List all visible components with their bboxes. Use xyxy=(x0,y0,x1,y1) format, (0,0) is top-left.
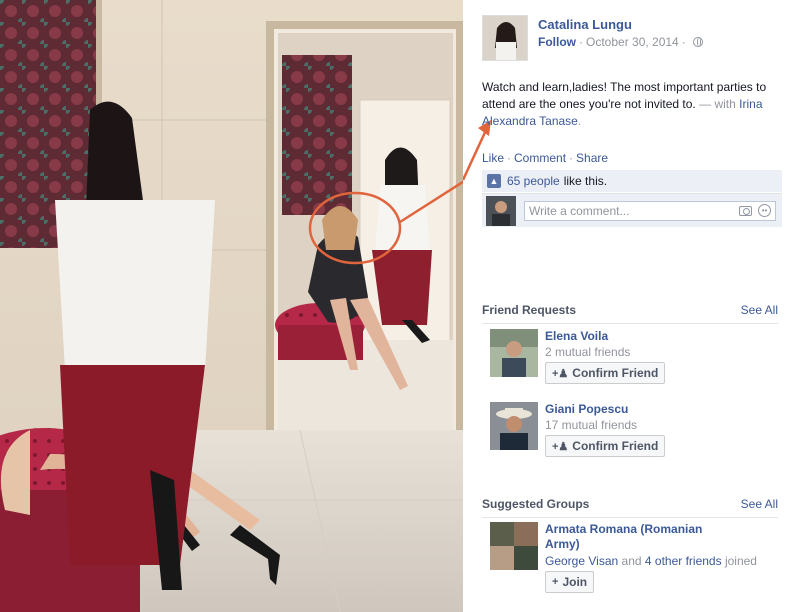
suggested-groups-title: Suggested Groups xyxy=(482,497,590,511)
tagged-suffix: . xyxy=(577,114,582,128)
friend-request-body: Elena Voila 2 mutual friends +♟ Confirm … xyxy=(545,329,666,384)
friend-request-body: Giani Popescu 17 mutual friends +♟ Confi… xyxy=(545,402,666,457)
confirm-friend-button[interactable]: +♟ Confirm Friend xyxy=(545,435,666,457)
group-photo-tile xyxy=(514,522,538,546)
group-photo-tile xyxy=(490,522,514,546)
meta-separator: · xyxy=(579,35,583,49)
with-prefix: — with xyxy=(699,97,736,111)
comment-composer: Write a comment... •• xyxy=(482,193,782,227)
plus-icon: + xyxy=(552,576,559,588)
like-link[interactable]: Like xyxy=(482,151,504,165)
friend-request-avatar[interactable] xyxy=(490,402,538,450)
author-avatar-image xyxy=(483,16,527,60)
add-friend-icon: +♟ xyxy=(552,440,569,453)
share-link[interactable]: Share xyxy=(576,151,608,165)
author-avatar[interactable] xyxy=(482,15,528,61)
friend-request-avatar[interactable] xyxy=(490,329,538,377)
confirm-friend-button[interactable]: +♟ Confirm Friend xyxy=(545,362,666,384)
camera-icon[interactable] xyxy=(739,205,752,216)
meta-separator: · xyxy=(681,35,686,49)
post-actions: Like · Comment · Share xyxy=(482,151,608,165)
likes-suffix: like this. xyxy=(563,174,608,188)
viewer-avatar-image xyxy=(486,195,516,226)
join-group-button[interactable]: + Join xyxy=(545,571,595,593)
globe-icon[interactable] xyxy=(692,37,703,47)
photo-viewer: Catalina Lungu Follow · October 30, 2014… xyxy=(0,0,785,612)
comment-placeholder: Write a comment... xyxy=(529,203,630,218)
friend-requests-header: Friend Requests See All xyxy=(482,303,778,324)
post-photo[interactable] xyxy=(0,0,463,612)
friend-request-mutual[interactable]: 17 mutual friends xyxy=(545,418,665,432)
post-caption: Watch and learn,ladies! The most importa… xyxy=(482,79,778,130)
photo-illustration xyxy=(0,0,463,612)
follow-link[interactable]: Follow xyxy=(538,35,576,49)
comment-input[interactable]: Write a comment... •• xyxy=(524,200,776,221)
group-body: Armata Romana (Romanian Army) George Vis… xyxy=(545,522,775,593)
confirm-friend-label: Confirm Friend xyxy=(572,439,659,453)
join-label: Join xyxy=(562,575,588,589)
group-member-link[interactable]: George Visan xyxy=(545,554,618,568)
comment-link[interactable]: Comment xyxy=(514,151,566,165)
post-date[interactable]: October 30, 2014 xyxy=(586,35,679,49)
thumbs-up-icon: ▲ xyxy=(487,174,501,188)
post-author-block: Catalina Lungu Follow · October 30, 2014… xyxy=(482,15,703,61)
author-name-link[interactable]: Catalina Lungu xyxy=(538,17,703,32)
friend-request-item: Elena Voila 2 mutual friends +♟ Confirm … xyxy=(490,329,666,384)
group-photo-tile xyxy=(490,546,514,570)
likers-link[interactable]: 65 people xyxy=(507,174,560,188)
group-photo-tile xyxy=(514,546,538,570)
post-meta-line: Follow · October 30, 2014 · xyxy=(538,35,703,49)
group-joined: joined xyxy=(724,554,757,568)
emoji-icon[interactable]: •• xyxy=(758,204,771,217)
friend-requests-title: Friend Requests xyxy=(482,303,577,317)
friend-request-mutual[interactable]: 2 mutual friends xyxy=(545,345,665,359)
group-members-line: George Visan and 4 other friends joined xyxy=(545,554,775,568)
post-side-panel: Catalina Lungu Follow · October 30, 2014… xyxy=(463,0,785,612)
group-others-link[interactable]: 4 other friends xyxy=(645,554,722,568)
friend-requests-see-all[interactable]: See All xyxy=(741,303,778,317)
author-meta: Catalina Lungu Follow · October 30, 2014… xyxy=(538,15,703,61)
friend-request-item: Giani Popescu 17 mutual friends +♟ Confi… xyxy=(490,402,666,457)
action-separator: · xyxy=(569,151,574,165)
suggested-groups-see-all[interactable]: See All xyxy=(741,497,778,511)
group-name-link[interactable]: Armata Romana (Romanian Army) xyxy=(545,522,715,552)
suggested-groups-header: Suggested Groups See All xyxy=(482,497,778,518)
group-member-photos[interactable] xyxy=(490,522,538,570)
action-separator: · xyxy=(507,151,512,165)
viewer-avatar xyxy=(486,195,516,226)
confirm-friend-label: Confirm Friend xyxy=(572,366,659,380)
add-friend-icon: +♟ xyxy=(552,367,569,380)
likes-summary: ▲ 65 people like this. xyxy=(482,170,782,192)
group-connector: and xyxy=(621,554,642,568)
friend-request-avatar-image xyxy=(490,329,538,377)
comment-input-icons: •• xyxy=(739,204,771,217)
friend-request-name[interactable]: Elena Voila xyxy=(545,329,665,343)
friend-request-name[interactable]: Giani Popescu xyxy=(545,402,665,416)
suggested-group-item: Armata Romana (Romanian Army) George Vis… xyxy=(490,522,775,593)
friend-request-avatar-image xyxy=(490,402,538,450)
